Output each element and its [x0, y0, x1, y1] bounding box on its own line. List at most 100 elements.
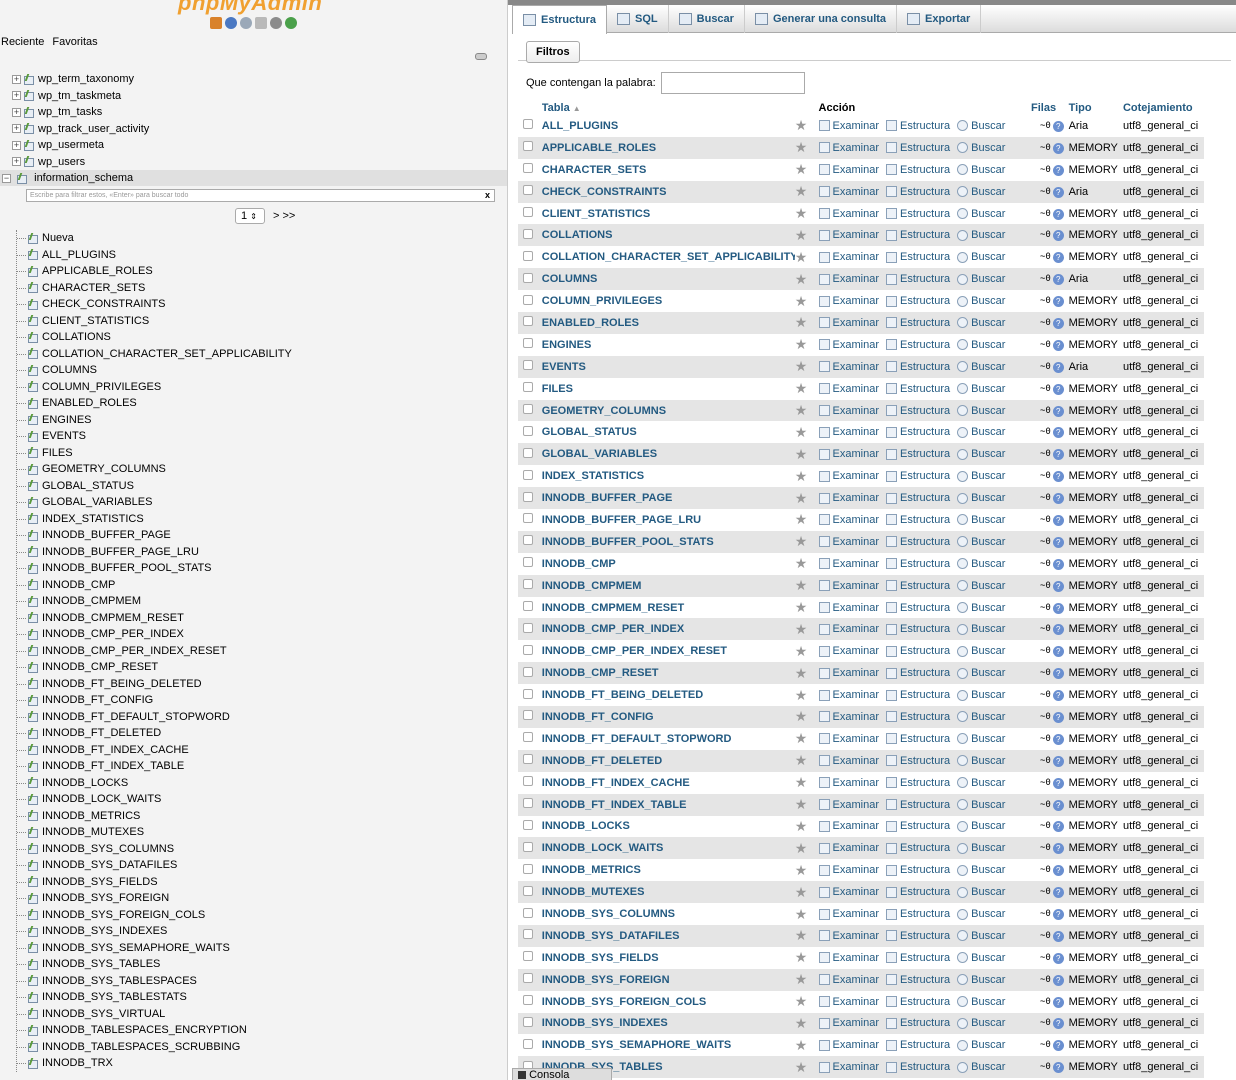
table-name-link[interactable]: INNODB_MUTEXES: [542, 886, 795, 898]
favorite-star-icon[interactable]: ★: [795, 708, 819, 725]
help-icon[interactable]: ?: [1052, 821, 1064, 833]
browse-button[interactable]: Examinar: [818, 602, 879, 614]
structure-button[interactable]: Estructura: [885, 996, 950, 1008]
nav-table-item[interactable]: CHECK_CONSTRAINTS: [17, 296, 506, 313]
search-button[interactable]: Buscar: [957, 886, 1005, 898]
favorite-star-icon[interactable]: ★: [795, 906, 819, 923]
favorite-star-icon[interactable]: ★: [795, 1059, 819, 1076]
help-icon[interactable]: ?: [1052, 799, 1064, 811]
structure-button[interactable]: Estructura: [885, 426, 950, 438]
favorite-star-icon[interactable]: ★: [795, 271, 819, 288]
favorite-star-icon[interactable]: ★: [795, 336, 819, 353]
row-checkbox[interactable]: [523, 601, 533, 612]
row-checkbox[interactable]: [523, 1038, 533, 1049]
tab-exportar[interactable]: Exportar: [897, 5, 982, 33]
table-name-link[interactable]: ENABLED_ROLES: [542, 317, 795, 329]
browse-button[interactable]: Examinar: [818, 251, 879, 263]
help-icon[interactable]: ?: [1052, 777, 1064, 789]
col-header-collation[interactable]: Cotejamiento: [1123, 101, 1204, 115]
search-button[interactable]: Buscar: [957, 317, 1005, 329]
row-checkbox[interactable]: [523, 1016, 533, 1027]
table-name-link[interactable]: COLUMN_PRIVILEGES: [542, 295, 795, 307]
nav-table-node[interactable]: + wp_term_taxonomy: [0, 71, 507, 88]
structure-button[interactable]: Estructura: [885, 1039, 950, 1051]
nav-table-item[interactable]: INNODB_TRX: [17, 1055, 506, 1072]
table-name-link[interactable]: INNODB_SYS_FIELDS: [542, 952, 795, 964]
structure-button[interactable]: Estructura: [885, 383, 950, 395]
table-name-link[interactable]: CHARACTER_SETS: [542, 164, 795, 176]
search-button[interactable]: Buscar: [957, 755, 1005, 767]
row-checkbox[interactable]: [523, 885, 533, 896]
nav-table-item[interactable]: INNODB_CMPMEM: [17, 593, 506, 610]
browse-button[interactable]: Examinar: [818, 645, 879, 657]
browse-button[interactable]: Examinar: [818, 996, 879, 1008]
favorite-star-icon[interactable]: ★: [795, 862, 819, 879]
row-checkbox[interactable]: [523, 382, 533, 393]
table-name-link[interactable]: INNODB_CMPMEM_RESET: [542, 602, 795, 614]
table-name-link[interactable]: ENGINES: [542, 339, 795, 351]
favorite-star-icon[interactable]: ★: [795, 511, 819, 528]
collapse-icon[interactable]: −: [2, 173, 11, 183]
row-checkbox[interactable]: [523, 798, 533, 809]
table-name-link[interactable]: INNODB_SYS_DATAFILES: [542, 930, 795, 942]
row-checkbox[interactable]: [523, 688, 533, 699]
search-button[interactable]: Buscar: [957, 558, 1005, 570]
help-icon[interactable]: ?: [1052, 580, 1064, 592]
table-name-link[interactable]: INNODB_LOCKS: [542, 820, 795, 832]
row-checkbox[interactable]: [523, 557, 533, 568]
row-checkbox[interactable]: [523, 447, 533, 458]
table-name-link[interactable]: INNODB_FT_INDEX_TABLE: [542, 799, 795, 811]
structure-button[interactable]: Estructura: [885, 514, 950, 526]
favorite-star-icon[interactable]: ★: [795, 358, 819, 375]
table-name-link[interactable]: GLOBAL_VARIABLES: [542, 448, 795, 460]
nav-table-item[interactable]: APPLICABLE_ROLES: [17, 263, 506, 280]
logout-icon[interactable]: [225, 17, 237, 29]
help-icon[interactable]: ?: [1052, 668, 1064, 680]
structure-button[interactable]: Estructura: [885, 339, 950, 351]
favorite-star-icon[interactable]: ★: [795, 927, 819, 944]
browse-button[interactable]: Examinar: [818, 711, 879, 723]
favorite-star-icon[interactable]: ★: [795, 752, 819, 769]
favorite-star-icon[interactable]: ★: [795, 293, 819, 310]
reload-icon[interactable]: [285, 17, 297, 29]
row-checkbox[interactable]: [523, 973, 533, 984]
row-checkbox[interactable]: [523, 929, 533, 940]
nav-table-item[interactable]: INNODB_SYS_DATAFILES: [17, 857, 506, 874]
table-name-link[interactable]: INNODB_SYS_COLUMNS: [542, 908, 795, 920]
favorite-star-icon[interactable]: ★: [795, 1015, 819, 1032]
nav-table-item[interactable]: INNODB_SYS_TABLES: [17, 956, 506, 973]
nav-table-item[interactable]: EVENTS: [17, 428, 506, 445]
search-button[interactable]: Buscar: [957, 689, 1005, 701]
browse-button[interactable]: Examinar: [818, 820, 879, 832]
favorite-star-icon[interactable]: ★: [795, 949, 819, 966]
structure-button[interactable]: Estructura: [885, 755, 950, 767]
nav-table-item[interactable]: INNODB_FT_INDEX_CACHE: [17, 742, 506, 759]
nav-table-item[interactable]: INNODB_SYS_VIRTUAL: [17, 1006, 506, 1023]
browse-button[interactable]: Examinar: [818, 383, 879, 395]
browse-button[interactable]: Examinar: [818, 799, 879, 811]
nav-table-item[interactable]: FILES: [17, 445, 506, 462]
help-icon[interactable]: ?: [1052, 1018, 1064, 1030]
help-icon[interactable]: ?: [1052, 427, 1064, 439]
structure-button[interactable]: Estructura: [885, 623, 950, 635]
favorite-star-icon[interactable]: ★: [795, 577, 819, 594]
browse-button[interactable]: Examinar: [818, 842, 879, 854]
browse-button[interactable]: Examinar: [818, 295, 879, 307]
favorite-star-icon[interactable]: ★: [795, 424, 819, 441]
help-icon[interactable]: ?: [1052, 974, 1064, 986]
favorite-star-icon[interactable]: ★: [795, 599, 819, 616]
structure-button[interactable]: Estructura: [885, 186, 950, 198]
structure-button[interactable]: Estructura: [885, 842, 950, 854]
nav-table-item[interactable]: COLLATIONS: [17, 329, 506, 346]
nav-table-item[interactable]: INNODB_SYS_SEMAPHORE_WAITS: [17, 940, 506, 957]
filter-word-input[interactable]: [661, 72, 805, 94]
structure-button[interactable]: Estructura: [885, 689, 950, 701]
help-icon[interactable]: [240, 17, 252, 29]
search-button[interactable]: Buscar: [957, 1017, 1005, 1029]
row-checkbox[interactable]: [523, 951, 533, 962]
nav-table-item[interactable]: INNODB_SYS_INDEXES: [17, 923, 506, 940]
structure-button[interactable]: Estructura: [885, 777, 950, 789]
table-name-link[interactable]: ALL_PLUGINS: [542, 120, 795, 132]
favorite-star-icon[interactable]: ★: [795, 402, 819, 419]
browse-button[interactable]: Examinar: [818, 908, 879, 920]
